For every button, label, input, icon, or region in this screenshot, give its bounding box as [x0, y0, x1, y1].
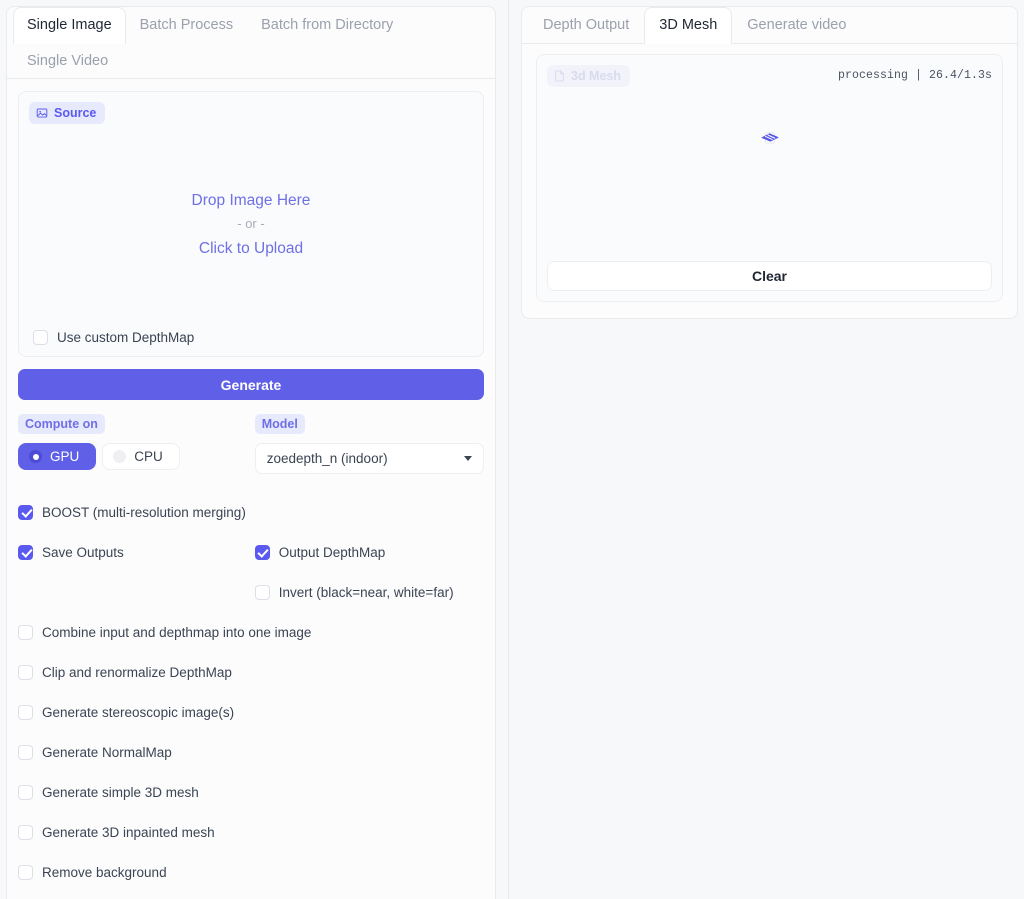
checkbox-inpainted-3d-mesh-label: Generate 3D inpainted mesh	[42, 824, 215, 840]
left-tab-group: Single Image Batch Process Batch from Di…	[6, 6, 496, 899]
checkbox-remove-background-label: Remove background	[42, 864, 167, 880]
drop-or-text: - or -	[237, 215, 265, 231]
right-tab-panel: 3d Mesh processing | 26.4/1.3s Clear	[522, 44, 1017, 318]
checkbox-remove-background-box[interactable]	[18, 864, 33, 880]
file-icon	[554, 69, 565, 82]
mesh-viewport: 3d Mesh processing | 26.4/1.3s	[547, 64, 992, 261]
compute-model-row: Compute on GPU CPU Model zoedepth_n (ind…	[18, 414, 484, 475]
checkbox-boost[interactable]: BOOST (multi-resolution merging)	[18, 504, 246, 520]
checkbox-normalmap-box[interactable]	[18, 744, 33, 760]
option-line-save-outputs: Save Outputs Output DepthMap	[18, 532, 484, 572]
option-line-simple-mesh: Generate simple 3D mesh	[18, 772, 484, 812]
checkbox-output-depthmap-label: Output DepthMap	[278, 544, 386, 560]
clear-button[interactable]: Clear	[547, 260, 992, 291]
source-badge-label: Source	[54, 106, 97, 121]
checkbox-save-outputs[interactable]: Save Outputs	[18, 544, 124, 560]
processing-status: processing | 26.4/1.3s	[837, 68, 992, 82]
option-line-combine: Combine input and depthmap into one imag…	[18, 612, 484, 652]
compute-on-label: Compute on	[18, 414, 105, 435]
checkbox-save-outputs-label: Save Outputs	[42, 544, 124, 560]
source-panel: Source Drop Image Here - or - Click to U…	[18, 91, 484, 358]
generate-button[interactable]: Generate	[18, 369, 484, 401]
use-custom-depthmap-checkbox[interactable]	[33, 330, 48, 346]
tab-3d-mesh[interactable]: 3D Mesh	[644, 7, 733, 44]
checkbox-simple-3d-mesh-label: Generate simple 3D mesh	[42, 784, 199, 800]
model-select[interactable]: zoedepth_n (indoor)	[254, 443, 484, 475]
radio-gpu[interactable]: GPU	[18, 443, 97, 471]
checkbox-clip-renormalize[interactable]: Clip and renormalize DepthMap	[18, 664, 232, 680]
checkbox-combine-box[interactable]	[18, 624, 33, 640]
checkbox-combine-label: Combine input and depthmap into one imag…	[42, 624, 312, 640]
mesh-output-box: 3d Mesh processing | 26.4/1.3s Clear	[536, 53, 1003, 302]
radio-cpu[interactable]: CPU	[102, 443, 180, 471]
checkbox-save-outputs-box[interactable]	[18, 544, 33, 560]
mesh-header-row: 3d Mesh processing | 26.4/1.3s	[547, 64, 992, 87]
model-label: Model	[254, 414, 305, 435]
right-tab-group: Depth Output 3D Mesh Generate video 3d M…	[521, 6, 1018, 319]
image-dropzone[interactable]: Drop Image Here - or - Click to Upload	[29, 132, 473, 316]
checkbox-normalmap-label: Generate NormalMap	[42, 744, 172, 760]
checkbox-clip-renormalize-label: Clip and renormalize DepthMap	[42, 664, 232, 680]
checkbox-stereoscopic-label: Generate stereoscopic image(s)	[42, 704, 235, 720]
checkbox-stereoscopic-box[interactable]	[18, 704, 33, 720]
checkbox-output-depthmap[interactable]: Output DepthMap	[254, 544, 386, 560]
checkbox-remove-background[interactable]: Remove background	[18, 864, 167, 880]
checkbox-invert-box[interactable]	[254, 584, 270, 600]
left-column: Single Image Batch Process Batch from Di…	[0, 0, 508, 899]
mesh-loading-icon-wrap	[547, 127, 992, 154]
option-line-invert: Invert (black=near, white=far)	[18, 572, 484, 612]
tab-depth-output[interactable]: Depth Output	[528, 7, 644, 44]
checkbox-clip-renormalize-box[interactable]	[18, 664, 33, 680]
tab-batch-from-directory[interactable]: Batch from Directory	[247, 7, 407, 44]
compute-on-group: Compute on GPU CPU	[18, 414, 255, 474]
left-tab-panel: Source Drop Image Here - or - Click to U…	[7, 79, 495, 899]
option-line-remove-background: Remove background	[18, 852, 484, 892]
option-line-clip: Clip and renormalize DepthMap	[18, 652, 484, 692]
option-line-normalmap: Generate NormalMap	[18, 732, 484, 772]
compute-radio-group: GPU CPU	[18, 443, 255, 471]
tab-generate-video[interactable]: Generate video	[732, 7, 861, 44]
source-badge: Source	[29, 102, 106, 125]
checkbox-boost-label: BOOST (multi-resolution merging)	[42, 504, 246, 520]
use-custom-depthmap-label: Use custom DepthMap	[57, 330, 195, 346]
right-tabbar: Depth Output 3D Mesh Generate video	[522, 7, 1017, 44]
checkbox-simple-3d-mesh-box[interactable]	[18, 784, 33, 800]
model-select-value: zoedepth_n (indoor)	[266, 451, 388, 467]
tab-single-video[interactable]: Single Video	[13, 43, 122, 80]
tab-batch-process[interactable]: Batch Process	[126, 7, 248, 44]
right-column: Depth Output 3D Mesh Generate video 3d M…	[508, 0, 1024, 899]
mesh-badge-label: 3d Mesh	[571, 68, 622, 83]
image-icon	[36, 107, 48, 119]
checkbox-inpainted-3d-mesh-box[interactable]	[18, 824, 33, 840]
drop-image-here-text: Drop Image Here	[191, 191, 311, 209]
checkbox-output-depthmap-box[interactable]	[254, 544, 270, 560]
radio-cpu-label: CPU	[134, 449, 163, 465]
mesh-badge: 3d Mesh	[547, 64, 631, 87]
checkbox-normalmap[interactable]: Generate NormalMap	[18, 744, 172, 760]
use-custom-depthmap-row[interactable]: Use custom DepthMap	[29, 326, 473, 348]
click-to-upload-link[interactable]: Click to Upload	[199, 237, 303, 260]
checkbox-stereoscopic[interactable]: Generate stereoscopic image(s)	[18, 704, 235, 720]
checkbox-inpainted-3d-mesh[interactable]: Generate 3D inpainted mesh	[18, 824, 215, 840]
option-line-inpainted-mesh: Generate 3D inpainted mesh	[18, 812, 484, 852]
tab-single-image[interactable]: Single Image	[13, 7, 126, 44]
option-line-boost: BOOST (multi-resolution merging)	[18, 492, 484, 532]
checkbox-combine[interactable]: Combine input and depthmap into one imag…	[18, 624, 312, 640]
checkbox-invert-label: Invert (black=near, white=far)	[278, 584, 454, 600]
checkbox-simple-3d-mesh[interactable]: Generate simple 3D mesh	[18, 784, 199, 800]
radio-gpu-label: GPU	[50, 449, 80, 465]
left-tabbar: Single Image Batch Process Batch from Di…	[7, 7, 495, 80]
chevron-down-icon	[464, 456, 472, 462]
checkbox-boost-box[interactable]	[18, 504, 33, 520]
app-root: Single Image Batch Process Batch from Di…	[0, 0, 1024, 899]
3d-mesh-loading-icon	[759, 127, 781, 154]
options-list: BOOST (multi-resolution merging) Save Ou…	[18, 492, 484, 892]
radio-cpu-dot	[113, 450, 127, 464]
model-group: Model zoedepth_n (indoor)	[254, 414, 484, 475]
radio-gpu-dot	[29, 450, 42, 464]
checkbox-invert[interactable]: Invert (black=near, white=far)	[254, 584, 454, 600]
option-line-stereoscopic: Generate stereoscopic image(s)	[18, 692, 484, 732]
